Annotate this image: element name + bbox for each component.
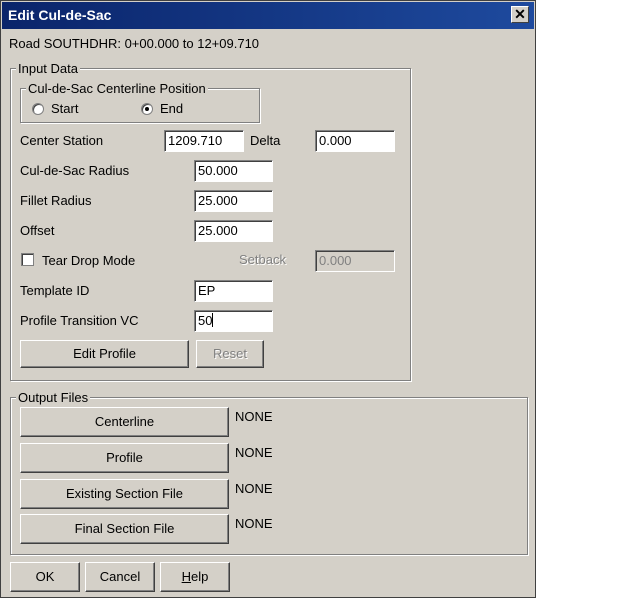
- profile-button[interactable]: Profile: [20, 443, 229, 473]
- help-button[interactable]: Help: [160, 562, 230, 592]
- delta-label: Delta: [250, 133, 281, 148]
- final-section-file-button[interactable]: Final Section File: [20, 514, 229, 544]
- template-id-label: Template ID: [20, 283, 90, 298]
- end-radio-label[interactable]: End: [160, 101, 183, 116]
- close-button[interactable]: ✕: [511, 6, 529, 23]
- output-files-label: Output Files: [16, 390, 91, 405]
- input-data-label: Input Data: [16, 61, 80, 76]
- centerline-file-value: NONE: [235, 409, 273, 424]
- edit-cul-de-sac-dialog: Edit Cul-de-Sac ✕ Road SOUTHDHR: 0+00.00…: [0, 0, 536, 598]
- text-caret: [212, 313, 214, 327]
- help-accel-letter: H: [181, 569, 192, 584]
- offset-input[interactable]: 25.000: [194, 220, 273, 242]
- cancel-button[interactable]: Cancel: [85, 562, 155, 592]
- edit-profile-button[interactable]: Edit Profile: [20, 340, 189, 368]
- start-radio-label[interactable]: Start: [51, 101, 78, 116]
- offset-label: Offset: [20, 223, 55, 238]
- tear-drop-checkbox[interactable]: [21, 253, 34, 266]
- template-id-input[interactable]: EP: [194, 280, 273, 302]
- existing-section-file-button[interactable]: Existing Section File: [20, 479, 229, 509]
- reset-button: Reset: [196, 340, 264, 368]
- start-radio[interactable]: [32, 103, 44, 115]
- profile-file-value: NONE: [235, 445, 273, 460]
- title-bar[interactable]: Edit Cul-de-Sac ✕: [2, 2, 534, 29]
- profile-transition-vc-input[interactable]: 50: [194, 310, 273, 332]
- window-title: Edit Cul-de-Sac: [8, 7, 112, 23]
- fillet-radius-label: Fillet Radius: [20, 193, 92, 208]
- center-station-input[interactable]: 1209.710: [164, 130, 244, 152]
- road-info-text: Road SOUTHDHR: 0+00.000 to 12+09.710: [9, 36, 260, 51]
- existing-section-file-value: NONE: [235, 481, 273, 496]
- cul-de-sac-radius-label: Cul-de-Sac Radius: [20, 163, 130, 178]
- setback-input: 0.000: [315, 250, 395, 272]
- centerline-button[interactable]: Centerline: [20, 407, 229, 437]
- profile-transition-vc-value: 50: [198, 313, 213, 328]
- ok-button[interactable]: OK: [10, 562, 80, 592]
- close-icon: ✕: [514, 6, 526, 22]
- centerline-position-label: Cul-de-Sac Centerline Position: [26, 81, 208, 96]
- delta-input[interactable]: 0.000: [315, 130, 395, 152]
- profile-transition-vc-label: Profile Transition VC: [20, 313, 139, 328]
- fillet-radius-input[interactable]: 25.000: [194, 190, 273, 212]
- setback-label: Setback: [239, 252, 286, 267]
- help-label-rest: elp: [191, 569, 209, 584]
- end-radio[interactable]: [141, 103, 153, 115]
- center-station-label: Center Station: [20, 133, 104, 148]
- tear-drop-label[interactable]: Tear Drop Mode: [42, 253, 135, 268]
- final-section-file-value: NONE: [235, 516, 273, 531]
- cul-de-sac-radius-input[interactable]: 50.000: [194, 160, 273, 182]
